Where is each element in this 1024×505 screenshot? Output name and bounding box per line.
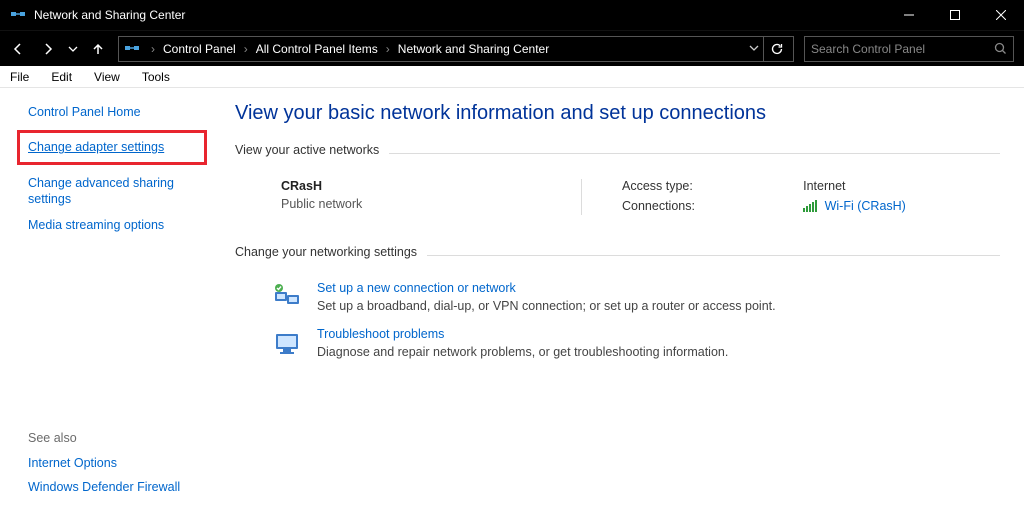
active-networks-label: View your active networks (235, 143, 379, 157)
menu-edit[interactable]: Edit (47, 68, 76, 86)
search-icon (994, 42, 1007, 55)
close-button[interactable] (978, 0, 1024, 30)
chevron-right-icon[interactable]: › (380, 42, 396, 56)
back-button[interactable] (4, 35, 32, 63)
recent-locations-button[interactable] (64, 35, 82, 63)
search-placeholder: Search Control Panel (811, 42, 994, 56)
divider (581, 179, 582, 215)
task-setup-connection: Set up a new connection or network Set u… (235, 281, 1000, 313)
network-sharing-icon (123, 40, 141, 58)
sidebar-media-streaming[interactable]: Media streaming options (28, 217, 201, 233)
minimize-button[interactable] (886, 0, 932, 30)
refresh-button[interactable] (763, 36, 789, 62)
task-setup-link[interactable]: Set up a new connection or network (317, 281, 516, 295)
chevron-down-icon[interactable] (749, 42, 761, 56)
task-troubleshoot-link[interactable]: Troubleshoot problems (317, 327, 444, 341)
divider (427, 255, 1000, 256)
sidebar-firewall[interactable]: Windows Defender Firewall (28, 479, 201, 495)
sidebar-home[interactable]: Control Panel Home (28, 104, 201, 120)
access-type-label: Access type: (622, 179, 789, 193)
task-setup-desc: Set up a broadband, dial-up, or VPN conn… (317, 299, 776, 313)
window-title: Network and Sharing Center (34, 8, 185, 22)
forward-button[interactable] (34, 35, 62, 63)
sidebar-internet-options[interactable]: Internet Options (28, 455, 201, 471)
up-button[interactable] (84, 35, 112, 63)
breadcrumb-item[interactable]: All Control Panel Items (256, 42, 378, 56)
breadcrumb-item[interactable]: Network and Sharing Center (398, 42, 549, 56)
content-body: Control Panel Home Change adapter settin… (0, 88, 1024, 505)
menu-file[interactable]: File (6, 68, 33, 86)
menu-view[interactable]: View (90, 68, 124, 86)
highlight-box: Change adapter settings (17, 130, 207, 164)
network-name: CRasH (281, 179, 541, 193)
connection-link[interactable]: Wi-Fi (CRasH) (825, 199, 906, 213)
divider (389, 153, 1000, 154)
connections-label: Connections: (622, 199, 789, 215)
network-sharing-icon (10, 7, 26, 23)
access-type-value: Internet (803, 179, 1000, 193)
sidebar: Control Panel Home Change adapter settin… (0, 88, 215, 505)
active-network-block: CRasH Public network Access type: Intern… (235, 179, 1000, 215)
breadcrumb[interactable]: › Control Panel › All Control Panel Item… (118, 36, 794, 62)
network-type: Public network (281, 197, 541, 211)
task-troubleshoot-desc: Diagnose and repair network problems, or… (317, 345, 728, 359)
main-content: View your basic network information and … (215, 88, 1024, 505)
breadcrumb-item[interactable]: Control Panel (163, 42, 236, 56)
see-also-label: See also (28, 431, 201, 445)
maximize-button[interactable] (932, 0, 978, 30)
menu-tools[interactable]: Tools (138, 68, 174, 86)
setup-connection-icon (271, 281, 303, 313)
chevron-right-icon[interactable]: › (238, 42, 254, 56)
titlebar: Network and Sharing Center (0, 0, 1024, 30)
address-bar: › Control Panel › All Control Panel Item… (0, 30, 1024, 66)
sidebar-advanced-sharing[interactable]: Change advanced sharing settings (28, 175, 201, 208)
troubleshoot-icon (271, 327, 303, 359)
page-heading: View your basic network information and … (235, 102, 1000, 125)
task-troubleshoot: Troubleshoot problems Diagnose and repai… (235, 327, 1000, 359)
chevron-right-icon[interactable]: › (145, 42, 161, 56)
wifi-signal-icon (803, 200, 817, 215)
change-settings-label: Change your networking settings (235, 245, 417, 259)
sidebar-change-adapter[interactable]: Change adapter settings (28, 139, 196, 155)
menu-bar: File Edit View Tools (0, 66, 1024, 88)
search-input[interactable]: Search Control Panel (804, 36, 1014, 62)
